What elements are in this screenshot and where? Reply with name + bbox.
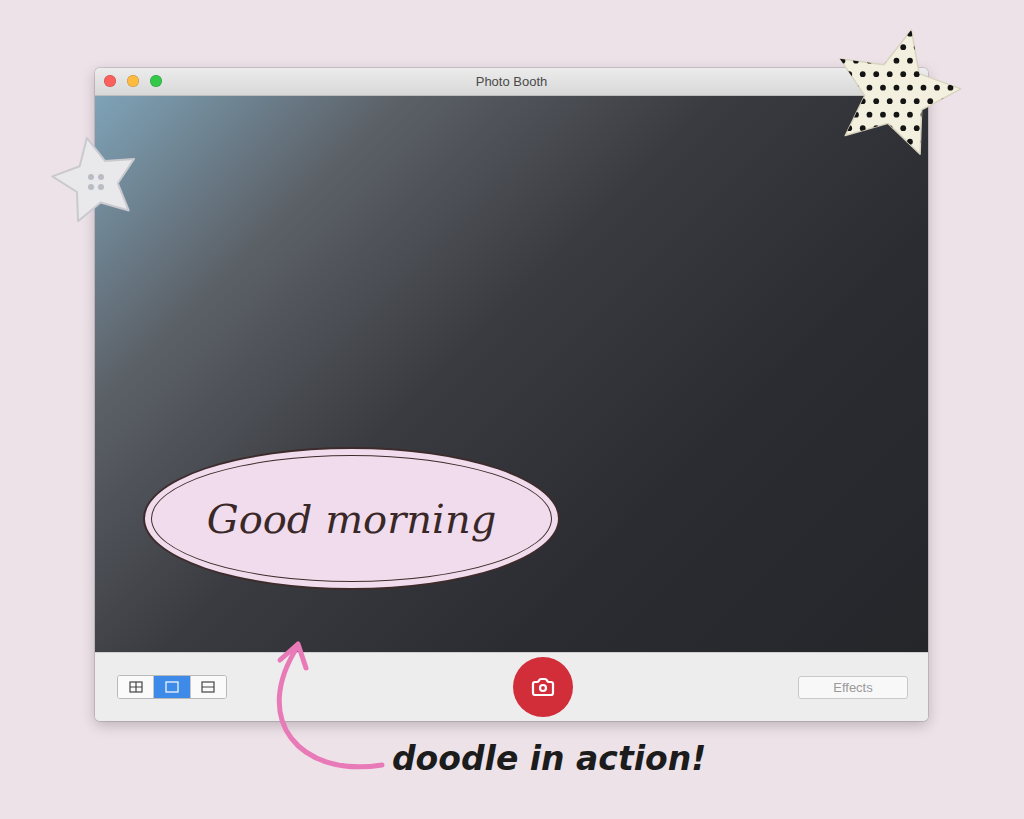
arrow-icon [0, 0, 1024, 819]
view-mode-button[interactable] [118, 676, 153, 698]
polka-dot-star-icon [828, 24, 963, 159]
zoom-button[interactable] [150, 75, 162, 87]
window-title: Photo Booth [476, 74, 548, 89]
grid-view-icon [129, 681, 143, 693]
button-star-icon [52, 135, 140, 223]
view-mode-button[interactable] [153, 676, 189, 698]
sticker-text: Good morning [207, 496, 497, 542]
window-controls [104, 75, 162, 87]
effects-button[interactable]: Effects [798, 676, 908, 699]
title-bar: Photo Booth [95, 68, 928, 96]
photo-booth-window: Photo Booth Effects [95, 68, 928, 721]
good-morning-sticker: Good morning [143, 447, 560, 590]
strip-view-icon [201, 681, 215, 693]
take-photo-button[interactable] [513, 657, 573, 717]
caption: doodle in action! [392, 739, 1024, 779]
view-mode-control [117, 675, 227, 699]
single-view-icon [165, 681, 179, 693]
camera-icon [531, 675, 555, 699]
view-mode-button[interactable] [190, 676, 226, 698]
toolbar: Effects [95, 652, 928, 721]
close-button[interactable] [104, 75, 116, 87]
minimize-button[interactable] [127, 75, 139, 87]
page: Photo Booth Effects doodle in action! Good … [0, 0, 1024, 819]
